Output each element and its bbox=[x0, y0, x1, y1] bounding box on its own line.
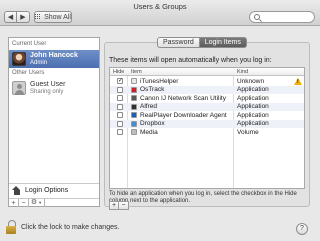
table-row[interactable]: OsTrack Application bbox=[110, 85, 304, 94]
login-options-item[interactable]: Login Options bbox=[9, 183, 99, 197]
hide-instructions: To hide an application when you log in, … bbox=[109, 191, 297, 204]
item-kind: Volume bbox=[237, 128, 259, 136]
warning-icon bbox=[294, 78, 302, 85]
item-kind: Application bbox=[237, 103, 269, 110]
item-name: Dropbox bbox=[140, 120, 165, 127]
app-icon bbox=[131, 86, 137, 93]
app-icon bbox=[131, 120, 137, 127]
lock-icon[interactable] bbox=[6, 220, 16, 234]
app-icon bbox=[131, 103, 137, 110]
item-kind: Application bbox=[237, 120, 269, 127]
item-name: iTunesHelper bbox=[140, 77, 179, 85]
item-kind: Application bbox=[237, 86, 269, 93]
user-role: Admin bbox=[30, 60, 48, 66]
nav-buttons: ◀ ▶ bbox=[4, 11, 30, 23]
hide-checkbox[interactable] bbox=[117, 86, 123, 93]
hide-checkbox[interactable] bbox=[117, 103, 123, 110]
grid-icon bbox=[35, 14, 41, 20]
item-name: Alfred bbox=[140, 103, 157, 110]
back-button[interactable]: ◀ bbox=[4, 11, 17, 23]
item-kind: Application bbox=[237, 111, 269, 119]
app-icon bbox=[131, 112, 137, 118]
item-column-header[interactable]: Item bbox=[131, 69, 142, 75]
tab-bar: Password Login Items bbox=[157, 37, 247, 48]
guest-role: Sharing only bbox=[30, 89, 64, 95]
user-avatar bbox=[12, 52, 26, 66]
table-row[interactable]: ✓ iTunesHelper Unknown bbox=[110, 77, 304, 86]
item-kind: Unknown bbox=[237, 77, 265, 85]
login-items-table: Hide Item Kind ✓iTunesHelperUnknownOsTra… bbox=[109, 67, 305, 189]
tab-password[interactable]: Password bbox=[157, 37, 200, 48]
sidebar-footer: + − ⚙ ▼ bbox=[9, 198, 99, 207]
lock-row[interactable]: Click the lock to make changes. bbox=[6, 220, 119, 234]
hide-column-header[interactable]: Hide bbox=[113, 69, 124, 75]
app-icon bbox=[131, 95, 137, 101]
chevron-down-icon: ▼ bbox=[38, 200, 43, 205]
item-name: OsTrack bbox=[140, 86, 165, 93]
hide-checkbox[interactable] bbox=[117, 112, 123, 118]
login-item-buttons: + − bbox=[109, 201, 129, 210]
gear-icon: ⚙ bbox=[30, 199, 38, 206]
app-icon bbox=[131, 78, 137, 84]
item-name: RealPlayer Downloader Agent bbox=[140, 111, 227, 119]
window-title: Users & Groups bbox=[133, 2, 187, 11]
remove-user-button[interactable]: − bbox=[19, 199, 29, 207]
item-name: Media bbox=[140, 128, 158, 136]
forward-button[interactable]: ▶ bbox=[17, 11, 30, 23]
hide-checkbox[interactable] bbox=[117, 120, 123, 127]
help-button[interactable]: ? bbox=[296, 223, 308, 235]
intro-text: These items will open automatically when… bbox=[109, 57, 272, 64]
guest-name: Guest User bbox=[30, 81, 66, 88]
guest-avatar bbox=[12, 81, 26, 95]
current-user-heading: Current User bbox=[12, 41, 47, 47]
add-login-item-button[interactable]: + bbox=[109, 201, 119, 210]
item-name: Canon IJ Network Scan Utility bbox=[140, 94, 226, 102]
user-row-john-hancock[interactable]: John Hancock Admin bbox=[9, 50, 99, 68]
lock-text: Click the lock to make changes. bbox=[21, 223, 120, 231]
app-icon bbox=[131, 129, 137, 135]
show-all-label: Show All bbox=[44, 13, 71, 21]
user-row-guest[interactable]: Guest User Sharing only bbox=[9, 79, 99, 97]
item-kind: Application bbox=[237, 94, 269, 102]
table-row[interactable]: Canon IJ Network Scan Utility Application bbox=[110, 94, 304, 103]
table-row[interactable]: Dropbox Application bbox=[110, 119, 304, 128]
add-user-button[interactable]: + bbox=[9, 199, 19, 207]
hide-checkbox[interactable] bbox=[117, 129, 123, 135]
hide-checkbox[interactable]: ✓ bbox=[117, 78, 123, 84]
table-header: Hide Item Kind bbox=[110, 68, 304, 76]
action-menu-button[interactable]: ⚙ ▼ bbox=[29, 199, 45, 207]
users-sidebar: Current User John Hancock Admin Other Us… bbox=[8, 37, 100, 207]
other-users-heading: Other Users bbox=[12, 70, 45, 76]
search-field[interactable] bbox=[249, 11, 315, 23]
table-row[interactable]: Alfred Application bbox=[110, 102, 304, 111]
house-icon bbox=[12, 186, 21, 195]
table-row[interactable]: RealPlayer Downloader Agent Application bbox=[110, 111, 304, 120]
user-name: John Hancock bbox=[30, 52, 78, 59]
search-icon bbox=[254, 14, 260, 20]
login-items-panel: These items will open automatically when… bbox=[104, 42, 310, 210]
login-options-label: Login Options bbox=[25, 187, 69, 194]
title-bar: Users & Groups ◀ ▶ Show All bbox=[0, 0, 320, 26]
remove-login-item-button[interactable]: − bbox=[119, 201, 129, 210]
tab-login-items[interactable]: Login Items bbox=[199, 37, 247, 48]
table-row[interactable]: Media Volume bbox=[110, 128, 304, 137]
users-groups-window: Users & Groups ◀ ▶ Show All Current User… bbox=[0, 0, 320, 241]
kind-column-header[interactable]: Kind bbox=[237, 69, 248, 75]
hide-checkbox[interactable] bbox=[117, 95, 123, 101]
show-all-button[interactable]: Show All bbox=[34, 11, 72, 23]
